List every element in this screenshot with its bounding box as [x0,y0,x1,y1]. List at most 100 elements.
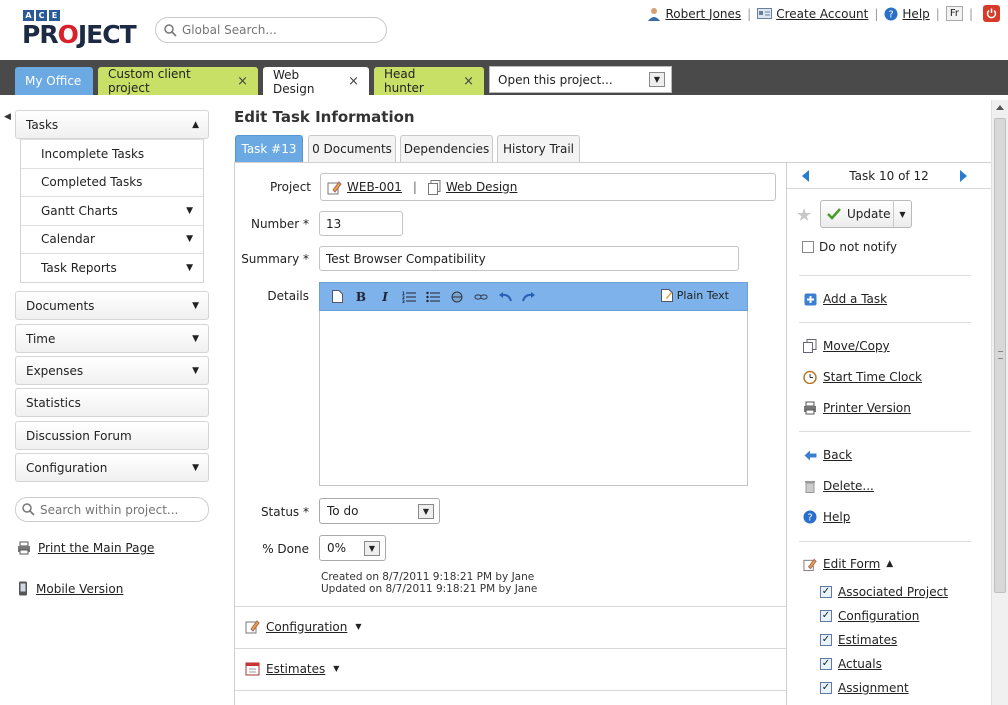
undo-icon[interactable] [498,290,512,304]
next-task-icon[interactable] [960,170,967,182]
sidebar-item-statistics[interactable]: Statistics [15,388,209,417]
chevron-down-icon[interactable]: ▼ [418,503,434,519]
bulleted-list-icon[interactable] [426,290,440,304]
tab-dependencies[interactable]: Dependencies [400,135,493,162]
logout-power-icon[interactable] [983,5,1000,22]
edit-form-item-actuals[interactable]: ✓ Actuals [820,657,882,671]
printer-version-link[interactable]: Printer Version [803,401,911,415]
do-not-notify-option[interactable]: Do not notify [802,240,897,254]
mobile-version-link[interactable]: Mobile Version [17,581,123,596]
tab-task[interactable]: Task #13 [235,135,303,162]
checkbox-checked[interactable]: ✓ [820,586,832,598]
scroll-thumb[interactable] [994,118,1006,593]
new-document-icon[interactable] [330,290,344,304]
sidebar-item-discussion-forum[interactable]: Discussion Forum [15,421,209,450]
move-copy-text[interactable]: Move/Copy [823,339,890,353]
numbered-list-icon[interactable]: 123 [402,290,416,304]
open-project-select[interactable]: Open this project... ▼ [489,66,672,93]
back-link[interactable]: Back [803,448,852,462]
user-link[interactable]: Robert Jones [647,7,741,21]
sidebar-item-configuration[interactable]: Configuration ▼ [15,453,209,482]
sidebar-subitem-completed-tasks[interactable]: Completed Tasks [21,167,203,197]
sidebar-item-tasks[interactable]: Tasks ▲ [15,110,209,139]
vertical-scrollbar[interactable] [991,100,1008,705]
global-search-box[interactable] [155,17,387,43]
do-not-notify-checkbox[interactable] [802,241,814,253]
sidebar-subitem-incomplete-tasks[interactable]: Incomplete Tasks [21,139,203,168]
delete-link[interactable]: Delete... [803,479,874,493]
help-link-panel[interactable]: ? Help [803,510,850,524]
tab-my-office[interactable]: My Office [15,67,93,95]
close-icon[interactable]: × [348,74,359,89]
close-icon[interactable]: × [237,74,248,89]
configuration-section-header[interactable]: Configuration ▼ [235,606,786,646]
plain-text-toggle[interactable]: Plain Text [660,289,729,302]
edit-form-item-assignment[interactable]: ✓ Assignment [820,681,909,695]
percent-done-select[interactable]: 0% ▼ [319,535,386,561]
edit-form-item-associated-project[interactable]: ✓ Associated Project [820,585,948,599]
tab-web-design[interactable]: Web Design × [263,67,369,96]
project-code-link[interactable]: WEB-001 [347,180,402,194]
update-options-chevron-icon[interactable]: ▼ [893,201,911,227]
help-panel-text[interactable]: Help [823,510,850,524]
italic-icon[interactable]: I [378,290,392,304]
edit-form-toggle[interactable]: Edit Form ▲ [803,557,893,571]
update-button[interactable]: Update ▼ [820,200,912,228]
help-link[interactable]: ? Help [884,7,930,21]
insert-link-icon[interactable] [450,290,464,304]
summary-input[interactable]: Test Browser Compatibility [319,246,739,271]
checkbox-checked[interactable]: ✓ [820,682,832,694]
mobile-version-text[interactable]: Mobile Version [36,582,123,596]
tab-documents[interactable]: 0 Documents [308,135,396,162]
unlink-icon[interactable] [474,290,488,304]
start-time-clock-text[interactable]: Start Time Clock [823,370,922,384]
tab-history-trail[interactable]: History Trail [497,135,580,162]
redo-icon[interactable] [522,290,536,304]
delete-text[interactable]: Delete... [823,479,874,493]
global-search-input[interactable] [182,23,372,37]
chevron-down-icon[interactable]: ▼ [649,72,665,87]
project-search-input[interactable] [40,502,200,517]
edit-form-text[interactable]: Edit Form [823,557,880,571]
print-main-page-text[interactable]: Print the Main Page [38,541,154,555]
checkbox-checked[interactable]: ✓ [820,658,832,670]
configuration-section-link[interactable]: Configuration [266,620,347,634]
previous-task-icon[interactable] [802,170,809,182]
sidebar-item-time[interactable]: Time ▼ [15,324,209,353]
checkbox-checked[interactable]: ✓ [820,634,832,646]
number-input[interactable]: 13 [319,211,403,236]
estimates-section-link[interactable]: Estimates [266,662,325,676]
user-name-link[interactable]: Robert Jones [665,7,741,21]
back-text[interactable]: Back [823,448,852,462]
print-main-page-link[interactable]: Print the Main Page [17,541,154,555]
scroll-up-arrow-icon[interactable] [996,105,1004,110]
estimates-section-header[interactable]: Estimates ▼ [235,648,786,688]
sidebar-item-documents[interactable]: Documents ▼ [15,291,209,320]
close-icon[interactable]: × [463,74,474,89]
move-copy-link[interactable]: Move/Copy [803,339,890,353]
tab-head-hunter[interactable]: Head hunter × [374,67,484,95]
project-search-box[interactable] [15,497,209,522]
project-name-link[interactable]: Web Design [446,180,517,194]
add-task-link[interactable]: Add a Task [803,292,887,306]
edit-form-item-estimates[interactable]: ✓ Estimates [820,633,897,647]
sidebar-item-expenses[interactable]: Expenses ▼ [15,356,209,385]
collapse-sidebar-icon[interactable]: ◀ [4,112,11,122]
sidebar-subitem-task-reports[interactable]: Task Reports ▼ [21,253,203,282]
details-editor[interactable] [319,311,748,486]
tab-custom-client-project[interactable]: Custom client project × [98,67,258,95]
printer-version-text[interactable]: Printer Version [823,401,911,415]
create-account-link[interactable]: Create Account [757,7,868,21]
bold-icon[interactable]: B [354,290,368,304]
language-button[interactable]: Fr [945,6,963,21]
sidebar-subitem-gantt-charts[interactable]: Gantt Charts ▼ [21,196,203,225]
edit-form-item-configuration[interactable]: ✓ Configuration [820,609,919,623]
help-text[interactable]: Help [902,7,929,21]
ace-project-logo[interactable]: A C E PROJECT [22,10,137,50]
add-task-text[interactable]: Add a Task [823,292,887,306]
favorite-star-icon[interactable]: ★ [796,205,812,226]
create-account-text[interactable]: Create Account [776,7,868,21]
sidebar-subitem-calendar[interactable]: Calendar ▼ [21,224,203,254]
chevron-down-icon[interactable]: ▼ [364,540,380,556]
status-select[interactable]: To do ▼ [319,498,440,524]
